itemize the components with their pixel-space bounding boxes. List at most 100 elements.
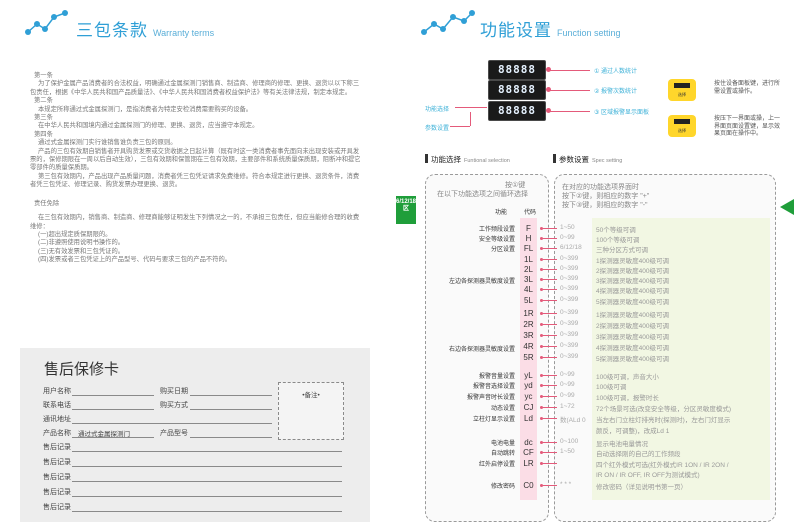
row-desc: 1探测器灵敏度400级可调: [596, 258, 669, 265]
row-range: 0~399: [560, 265, 579, 272]
row-desc: 100级可调，报警时长: [596, 395, 659, 402]
row-code: 4L: [524, 285, 533, 294]
service-record-field[interactable]: [72, 466, 342, 467]
func-select-label: 功能选择: [425, 107, 450, 113]
row-code: C0: [523, 481, 534, 490]
purchase-method-field[interactable]: [190, 409, 272, 410]
purchase-method-label: 购买方式: [160, 402, 188, 409]
row-label: 右边各探测器灵敏度设置: [448, 347, 515, 353]
row-desc: 100级可调: [596, 384, 627, 391]
address-field[interactable]: [72, 423, 272, 424]
select-button-1[interactable]: 选择: [668, 79, 696, 101]
row-range: 0~399: [560, 285, 579, 292]
row-code: 2L: [524, 265, 533, 274]
row-line: [543, 335, 557, 336]
row-desc: 当左右门立柱灯排亮时(探测时)，左右门灯显示: [596, 417, 731, 424]
logo-dots-right: [421, 10, 475, 35]
title-cn: 功能设置: [480, 21, 552, 40]
row-code: yc: [524, 392, 533, 401]
pointer-line: [450, 126, 470, 127]
product-model-field[interactable]: [190, 437, 272, 438]
service-record-field[interactable]: [72, 451, 342, 452]
row-range: 0~399: [560, 255, 579, 262]
row-label: 安全等级设置: [478, 237, 515, 243]
title-en: Function setting: [557, 28, 621, 38]
pointer-line: [548, 111, 590, 112]
row-desc: 四个红外模式可选(红外模式IR 1ON / IR 2ON /: [596, 462, 729, 469]
row-desc: 三种分区方式可调: [596, 247, 648, 254]
row-line: [543, 346, 557, 347]
row-line: [543, 442, 557, 443]
row-range: 0~99: [560, 392, 575, 399]
row-line: [543, 485, 557, 486]
user-name-field[interactable]: [72, 395, 154, 396]
paragraph: 为了保护金属产品消费者的合法权益，明确通过金属探测门销售商、制造商、修理商的修理…: [30, 80, 360, 96]
section-marker: [425, 154, 428, 163]
row-line: [543, 324, 557, 325]
row-desc: 4探测器灵敏度400级可调: [596, 288, 669, 295]
row-line: [543, 269, 557, 270]
row-code: F: [526, 224, 531, 233]
row-desc: 100级可调，声音大小: [596, 374, 659, 381]
phone-field[interactable]: [72, 409, 154, 410]
row-range: 0~99: [560, 234, 575, 241]
row-line: [543, 375, 557, 376]
page-title-left: 三包条款 Warranty terms: [76, 16, 214, 41]
row-desc: 5探测器灵敏度400级可调: [596, 299, 669, 306]
row-code: CF: [523, 448, 534, 457]
select-button-2-label: 选择: [678, 128, 686, 133]
service-record-field[interactable]: [72, 496, 342, 497]
service-record-label: 售后记录: [43, 504, 71, 511]
param-intro-1: 在对应的功能选项界面时: [562, 184, 639, 191]
purchase-date-field[interactable]: [190, 395, 272, 396]
row-desc: 2探测器灵敏度400级可调: [596, 268, 669, 275]
row-line: [543, 238, 557, 239]
led-label-3: ③ 区域报警显示面板: [594, 110, 650, 116]
note-label: •备注•: [302, 392, 320, 399]
row-label: 报警声音时长设置: [466, 395, 515, 401]
row-code: CJ: [523, 403, 534, 412]
service-record-field[interactable]: [72, 481, 342, 482]
paragraph: 第四条: [34, 130, 53, 138]
col-code-header: 代码: [524, 210, 537, 216]
row-range: 0~399: [560, 342, 579, 349]
row-code: yd: [524, 381, 533, 390]
row-line: [543, 300, 557, 301]
row-range: 0~399: [560, 309, 579, 316]
row-desc: 修改密码（详见说明书第一页）: [596, 484, 687, 491]
row-label: 工作频段设置: [478, 227, 515, 233]
row-line: [543, 279, 557, 280]
service-record-field[interactable]: [72, 511, 342, 512]
row-label: 电池电量: [490, 441, 515, 447]
pointer-vline: [470, 112, 471, 126]
row-code: 3L: [524, 275, 533, 284]
paragraph: (四)发票或者三包凭证上的产品型号、代码与要求三包的产品不符的。: [38, 256, 232, 264]
row-code: H: [525, 234, 532, 243]
row-desc: 100个等级可调: [596, 237, 640, 244]
row-line: [543, 228, 557, 229]
product-name-field[interactable]: [72, 437, 154, 438]
paragraph: 本规定所称通过式金属探测门，是指消费者为特定安检消费需要购买的设备。: [38, 105, 253, 113]
row-line: [543, 463, 557, 464]
paragraph: 在三包有效期内，销售商、制造商、修理商能够证明发生下列情况之一的，不承担三包责任…: [30, 214, 360, 230]
row-desc: 5探测器灵敏度400级可调: [596, 356, 669, 363]
row-label: 报警音量设置: [478, 374, 515, 380]
note-box: •备注•: [278, 382, 344, 440]
row-label: 分区设置: [490, 247, 515, 253]
row-line: [543, 259, 557, 260]
service-record-label: 售后记录: [43, 459, 71, 466]
title-cn: 三包条款: [76, 21, 148, 40]
select-button-2[interactable]: 选择: [668, 115, 696, 137]
pointer-dot: [546, 67, 551, 72]
row-desc: 4探测器灵敏度400级可调: [596, 345, 669, 352]
row-code: LR: [523, 459, 534, 468]
row-line: [543, 396, 557, 397]
address-label: 通讯地址: [43, 416, 71, 423]
row-range: 0~99: [560, 381, 575, 388]
row-line: [543, 452, 557, 453]
param-section-en: Spec setting: [592, 158, 623, 164]
row-desc: 1探测器灵敏度400级可调: [596, 312, 669, 319]
row-range: 0~99: [560, 371, 575, 378]
param-section-cn: 参数设置: [559, 155, 589, 164]
paragraph: (二)非遵照使用说明书操作的。: [38, 239, 125, 247]
